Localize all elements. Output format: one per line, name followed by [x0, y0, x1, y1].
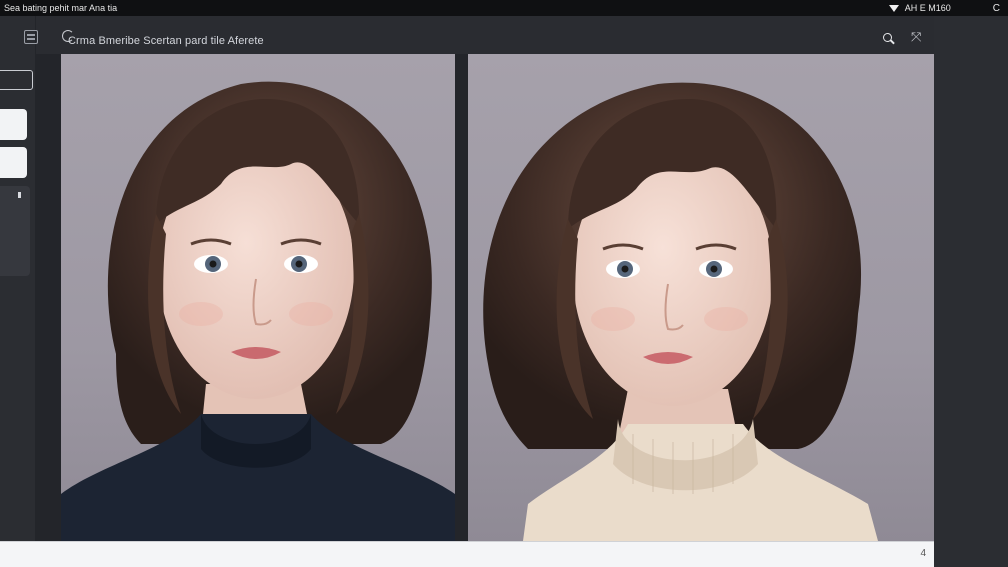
left-sidebar: [0, 16, 36, 541]
panel-input-field[interactable]: [0, 70, 33, 90]
portrait-left-image: [61, 81, 455, 541]
portrait-right[interactable]: [468, 54, 934, 541]
header: Crma Bmeribe Scertan pard tile Aferete ⤧: [36, 16, 936, 54]
page-indicator: 4: [920, 548, 926, 559]
reload-icon[interactable]: C: [993, 3, 1000, 14]
bottom-bar: 4: [0, 541, 934, 567]
panel-card[interactable]: [0, 186, 30, 276]
portrait-left[interactable]: [61, 54, 455, 541]
page-title: Crma Bmeribe Scertan pard tile Aferete: [68, 35, 264, 47]
right-panel: [934, 16, 1008, 541]
collapse-icon[interactable]: ⤧: [911, 29, 921, 45]
bottom-right-corner: [934, 541, 1008, 567]
status-bar-right-text: AH E M160: [904, 3, 951, 13]
status-bar: Sea bating pehit mar Ana tia AH E M160 C: [0, 0, 1008, 16]
panel-button-2[interactable]: [0, 147, 27, 178]
image-canvas: [36, 54, 934, 541]
portrait-right-image: [483, 82, 878, 541]
status-bar-right: AH E M160 C: [888, 3, 1000, 14]
wifi-icon: [888, 4, 899, 12]
panel-button-1[interactable]: [0, 109, 27, 140]
search-icon[interactable]: [882, 32, 896, 46]
panel-card-mark: [18, 192, 21, 198]
status-bar-left-text: Sea bating pehit mar Ana tia: [4, 3, 118, 13]
